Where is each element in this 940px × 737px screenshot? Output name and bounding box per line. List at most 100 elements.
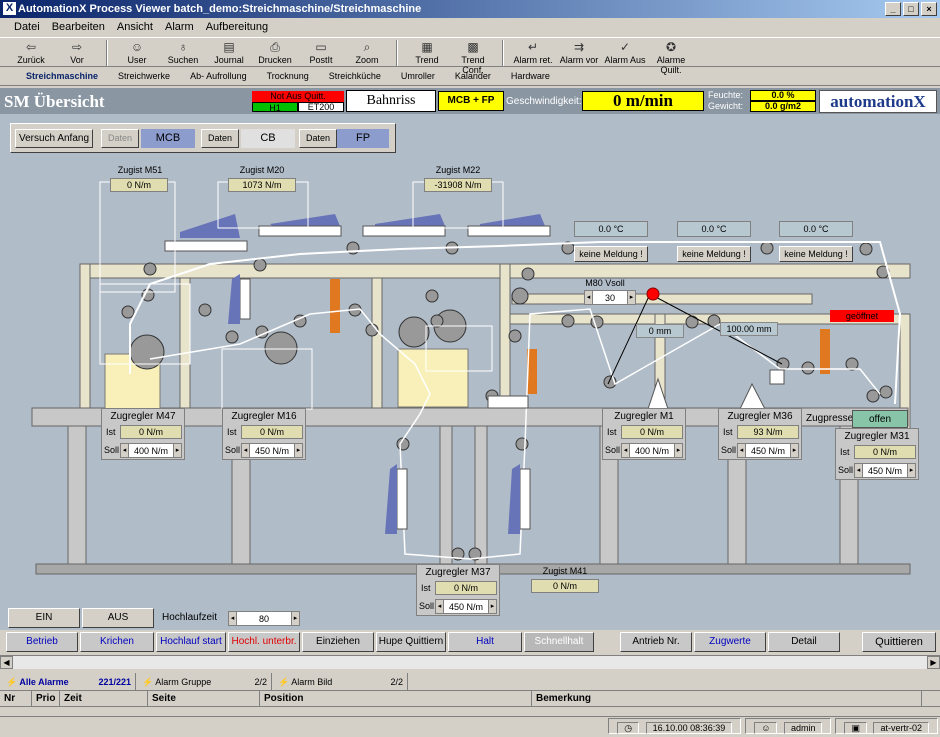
alarm-quit-icon: ✪ bbox=[665, 40, 677, 54]
column-bemerkung[interactable]: Bemerkung bbox=[532, 691, 922, 706]
trend-conf-button[interactable]: ▩ Trend Conf. bbox=[450, 38, 496, 75]
column-prio[interactable]: Prio bbox=[32, 691, 60, 706]
zoom-button[interactable]: ⌕ Zoom bbox=[344, 38, 390, 68]
antrieb-nr-button[interactable]: Antrieb Nr. bbox=[620, 632, 692, 652]
menu-alarm[interactable]: Alarm bbox=[159, 18, 200, 36]
position-mm-2: 100.00 mm bbox=[720, 322, 778, 336]
halt-button[interactable]: Halt bbox=[448, 632, 522, 652]
zugregler-m36-decrement-icon[interactable]: ◂ bbox=[738, 444, 746, 457]
einziehen-button[interactable]: Einziehen bbox=[302, 632, 374, 652]
zugregler-m31-increment-icon[interactable]: ▸ bbox=[907, 464, 915, 477]
gewicht-display: 0.0 g/m2 bbox=[750, 101, 816, 112]
alarm-forward-button[interactable]: ⇉ Alarm vor bbox=[556, 38, 602, 68]
zugregler-m16-soll-stepper[interactable]: ◂ 450 N/m ▸ bbox=[241, 443, 303, 458]
menu-datei[interactable]: Datei bbox=[8, 18, 46, 36]
user-button[interactable]: ☺ User bbox=[114, 38, 160, 68]
hochlauf-unterbrechen-button[interactable]: Hochl. unterbr. bbox=[228, 632, 300, 652]
zugregler-m1-increment-icon[interactable]: ▸ bbox=[674, 444, 682, 457]
zugregler-m47-soll-stepper[interactable]: ◂ 400 N/m ▸ bbox=[120, 443, 182, 458]
postit-button[interactable]: ▭ PostIt bbox=[298, 38, 344, 68]
alarm-quit-button[interactable]: ✪ Alarme Quilt. bbox=[648, 38, 694, 75]
zugregler-m47-increment-icon[interactable]: ▸ bbox=[173, 444, 181, 457]
zugregler-m36-ist-label: Ist bbox=[723, 427, 733, 437]
hochlaufzeit-label: Hochlaufzeit bbox=[162, 612, 218, 623]
zugregler-m36-soll-stepper[interactable]: ◂ 450 N/m ▸ bbox=[737, 443, 799, 458]
minimize-button[interactable]: _ bbox=[885, 2, 901, 16]
close-button[interactable]: × bbox=[921, 2, 937, 16]
zugregler-m16-ist: 0 N/m bbox=[241, 425, 303, 439]
zugist-m22-label: Zugist M22 bbox=[435, 165, 481, 175]
zugregler-m47-soll-label: Soll bbox=[104, 445, 120, 455]
forward-button[interactable]: ⇨ Vor bbox=[54, 38, 100, 68]
maximize-button[interactable]: □ bbox=[903, 2, 919, 16]
h1-indicator: H1 bbox=[252, 102, 298, 113]
nav-trocknung[interactable]: Trocknung bbox=[261, 68, 323, 85]
m80-vsoll-stepper[interactable]: ◂ 30 ▸ bbox=[584, 290, 636, 305]
menu-bar: Datei Bearbeiten Ansicht Alarm Aufbereit… bbox=[0, 18, 940, 36]
nav-kalander[interactable]: Kalander bbox=[449, 68, 505, 85]
zugregler-m37-decrement-icon[interactable]: ◂ bbox=[436, 600, 444, 613]
hupe-quittiern-button[interactable]: Hupe Quittiern bbox=[376, 632, 446, 652]
nav-streichmaschine[interactable]: Streichmaschine bbox=[20, 68, 112, 85]
menu-aufbereitung[interactable]: Aufbereitung bbox=[200, 18, 274, 36]
m80-increment-icon[interactable]: ▸ bbox=[627, 291, 635, 304]
zugregler-m16-decrement-icon[interactable]: ◂ bbox=[242, 444, 250, 457]
zugregler-m1-decrement-icon[interactable]: ◂ bbox=[622, 444, 630, 457]
detail-button[interactable]: Detail bbox=[768, 632, 840, 652]
alarm-forward-icon: ⇉ bbox=[573, 40, 585, 54]
zugregler-m31-decrement-icon[interactable]: ◂ bbox=[855, 464, 863, 477]
horizontal-scrollbar[interactable]: ◀ ▶ bbox=[0, 655, 940, 669]
alle-alarme-tab[interactable]: ⚡ Alle Alarme 221/221 bbox=[0, 673, 136, 690]
nav-umroller[interactable]: Umroller bbox=[395, 68, 449, 85]
alarm-off-button[interactable]: ✓ Alarm Aus bbox=[602, 38, 648, 68]
hochlauf-increment-icon[interactable]: ▸ bbox=[291, 612, 299, 625]
binoculars-icon: ♁ bbox=[178, 40, 188, 54]
feuchte-label: Feuchte: bbox=[708, 90, 744, 100]
hochlauf-decrement-icon[interactable]: ◂ bbox=[229, 612, 237, 625]
zugist-m20-label: Zugist M20 bbox=[239, 165, 285, 175]
print-button[interactable]: ⎙ Drucken bbox=[252, 38, 298, 68]
zugregler-m36-increment-icon[interactable]: ▸ bbox=[790, 444, 798, 457]
meldung-2-indicator: keine Meldung ! bbox=[677, 246, 751, 262]
zugregler-m37-soll-stepper[interactable]: ◂ 450 N/m ▸ bbox=[435, 599, 497, 614]
menu-ansicht[interactable]: Ansicht bbox=[111, 18, 159, 36]
aus-button[interactable]: AUS bbox=[82, 608, 154, 628]
zugpresse-state[interactable]: offen bbox=[852, 410, 908, 428]
krichen-button[interactable]: Krichen bbox=[80, 632, 154, 652]
zugregler-m1-soll-stepper[interactable]: ◂ 400 N/m ▸ bbox=[621, 443, 683, 458]
column-nr[interactable]: Nr bbox=[0, 691, 32, 706]
scroll-left-icon[interactable]: ◀ bbox=[0, 656, 13, 669]
quittieren-button[interactable]: Quittieren bbox=[862, 632, 936, 652]
nav-streichkueche[interactable]: Streichküche bbox=[323, 68, 395, 85]
schnellhalt-button[interactable]: Schnellhalt bbox=[524, 632, 594, 652]
betrieb-button[interactable]: Betrieb bbox=[6, 632, 78, 652]
ein-button[interactable]: EIN bbox=[8, 608, 80, 628]
search-button[interactable]: ♁ Suchen bbox=[160, 38, 206, 68]
journal-button[interactable]: ▤ Journal bbox=[206, 38, 252, 68]
zugregler-m37-increment-icon[interactable]: ▸ bbox=[488, 600, 496, 613]
alarm-return-button[interactable]: ↵ Alarm ret. bbox=[510, 38, 556, 68]
hochlaufzeit-stepper[interactable]: ◂ 80 ▸ bbox=[228, 611, 300, 626]
column-zeit[interactable]: Zeit bbox=[60, 691, 148, 706]
hochlauf-start-button[interactable]: Hochlauf start bbox=[156, 632, 226, 652]
column-position[interactable]: Position bbox=[260, 691, 532, 706]
m80-decrement-icon[interactable]: ◂ bbox=[585, 291, 593, 304]
alarm-bild-tab[interactable]: ⚡ Alarm Bild 2/2 bbox=[272, 673, 408, 690]
trend-button[interactable]: ▦ Trend bbox=[404, 38, 450, 68]
scroll-right-icon[interactable]: ▶ bbox=[927, 656, 940, 669]
alarm-table-header: Nr Prio Zeit Seite Position Bemerkung bbox=[0, 691, 940, 707]
zugregler-m47-decrement-icon[interactable]: ◂ bbox=[121, 444, 129, 457]
zugwerte-button[interactable]: Zugwerte bbox=[694, 632, 766, 652]
zugregler-m31-soll-stepper[interactable]: ◂ 450 N/m ▸ bbox=[854, 463, 916, 478]
nav-hardware[interactable]: Hardware bbox=[505, 68, 564, 85]
alarm-gruppe-tab[interactable]: ⚡ Alarm Gruppe 2/2 bbox=[136, 673, 272, 690]
not-aus-quitt-indicator[interactable]: Not Aus Quitt. bbox=[252, 91, 344, 102]
zugregler-m16-increment-icon[interactable]: ▸ bbox=[294, 444, 302, 457]
nav-streichwerke[interactable]: Streichwerke bbox=[112, 68, 184, 85]
menu-bearbeiten[interactable]: Bearbeiten bbox=[46, 18, 111, 36]
column-seite[interactable]: Seite bbox=[148, 691, 260, 706]
nav-ab-aufrollung[interactable]: Ab- Aufrollung bbox=[184, 68, 261, 85]
process-header: SM Übersicht Not Aus Quitt. H1 ET200 Bah… bbox=[0, 88, 940, 114]
back-button[interactable]: ⇦ Zurück bbox=[8, 38, 54, 68]
zugregler-m47-ist: 0 N/m bbox=[120, 425, 182, 439]
